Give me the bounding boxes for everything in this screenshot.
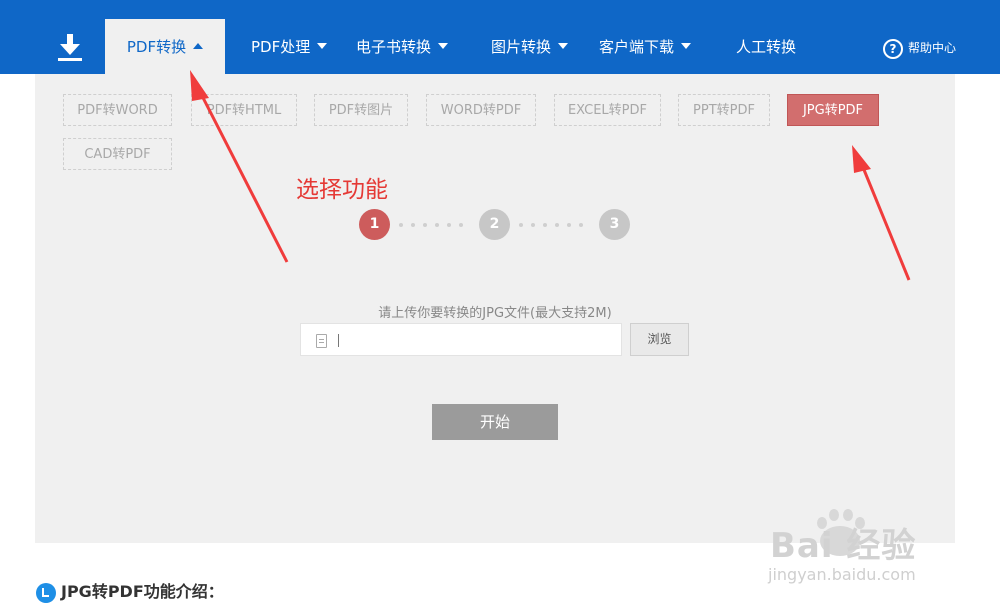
section-title: JPG转PDF功能介绍：	[36, 581, 224, 603]
nav-image-convert-label: 图片转换	[491, 38, 552, 56]
caret-down-icon	[681, 42, 692, 49]
step-dot	[447, 223, 451, 227]
download-icon[interactable]	[56, 32, 84, 62]
step-dot	[411, 223, 415, 227]
step-3: 3	[599, 209, 630, 240]
start-button[interactable]: 开始	[432, 404, 558, 440]
step-dot	[555, 223, 559, 227]
option-pdf-to-image[interactable]: PDF转图片	[314, 94, 408, 126]
option-excel-to-pdf[interactable]: EXCEL转PDF	[554, 94, 661, 126]
step-dot	[543, 223, 547, 227]
option-ppt-to-pdf[interactable]: PPT转PDF	[678, 94, 770, 126]
upload-hint: 请上传你要转换的JPG文件(最大支持2M)	[378, 306, 612, 321]
nav-ebook-convert[interactable]: 电子书转换	[356, 0, 449, 74]
file-path-input[interactable]	[300, 323, 622, 356]
caret-down-icon	[438, 42, 449, 49]
watermark-url: jingyan.baidu.com	[768, 565, 916, 584]
nav-pdf-process-label: PDF处理	[251, 38, 311, 56]
nav-pdf-convert-label: PDF转换	[126, 38, 187, 56]
nav-pdf-convert[interactable]: PDF转换	[105, 19, 225, 74]
nav-ebook-convert-label: 电子书转换	[356, 38, 432, 56]
nav-client-download-label: 客户端下载	[599, 38, 675, 56]
nav-manual-convert[interactable]: 人工转换	[736, 0, 796, 74]
option-pdf-to-html[interactable]: PDF转HTML	[191, 94, 297, 126]
section-title-label: JPG转PDF功能介绍：	[61, 582, 224, 601]
caret-down-icon	[558, 42, 569, 49]
step-2: 2	[479, 209, 510, 240]
caret-up-icon	[193, 42, 204, 49]
step-dot	[531, 223, 535, 227]
clock-icon	[36, 582, 56, 603]
file-icon	[316, 334, 327, 348]
help-center-link[interactable]: ? 帮助中心	[883, 37, 956, 59]
nav-image-convert[interactable]: 图片转换	[491, 0, 569, 74]
help-center-label: 帮助中心	[908, 41, 957, 55]
nav-pdf-process[interactable]: PDF处理	[251, 0, 328, 74]
text-cursor	[338, 334, 339, 347]
step-dot	[423, 223, 427, 227]
option-pdf-to-word[interactable]: PDF转WORD	[63, 94, 172, 126]
step-dot	[567, 223, 571, 227]
caret-down-icon	[317, 42, 328, 49]
option-cad-to-pdf[interactable]: CAD转PDF	[63, 138, 172, 170]
browse-button[interactable]: 浏览	[630, 323, 689, 356]
nav-client-download[interactable]: 客户端下载	[599, 0, 692, 74]
nav-manual-convert-label: 人工转换	[736, 38, 797, 56]
step-dot	[519, 223, 523, 227]
step-1: 1	[359, 209, 390, 240]
step-dot	[459, 223, 463, 227]
annotation-label: 选择功能	[296, 177, 388, 203]
step-dot	[435, 223, 439, 227]
top-navigation: PDF转换 PDF处理 电子书转换 图片转换 客户端下载 人工转换 ? 帮助中心	[0, 0, 1000, 74]
option-word-to-pdf[interactable]: WORD转PDF	[426, 94, 536, 126]
step-dot	[399, 223, 403, 227]
step-dot	[579, 223, 583, 227]
watermark-text: Bai 经验	[770, 526, 917, 566]
question-circle-icon: ?	[883, 38, 903, 59]
option-jpg-to-pdf[interactable]: JPG转PDF	[787, 94, 879, 126]
